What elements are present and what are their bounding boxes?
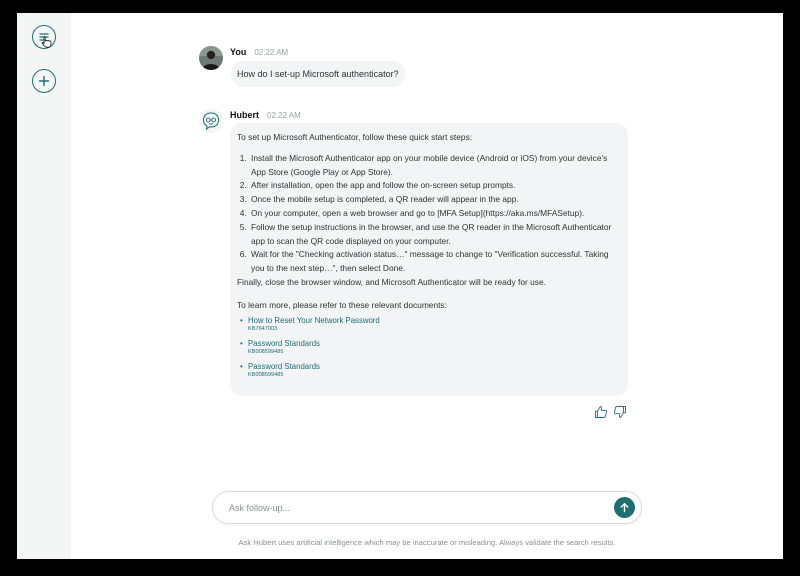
follow-up-composer: [212, 491, 642, 524]
doc-id: KB008599485: [248, 371, 284, 378]
bot-name: Hubert: [230, 110, 259, 120]
user-avatar: [199, 46, 223, 70]
docs-intro: To learn more, please refer to these rel…: [237, 299, 447, 310]
ai-disclaimer: Ask Hubert uses artificial intelligence …: [238, 538, 616, 547]
feedback-buttons: [594, 405, 627, 419]
doc-id: KB008599485: [248, 348, 284, 355]
user-message-header: You 02:22 AM: [230, 47, 288, 57]
send-button[interactable]: [614, 497, 635, 518]
related-docs-list: How to Reset Your Network Password KB764…: [237, 315, 621, 379]
hubert-avatar: [199, 109, 223, 133]
thumbs-up-icon[interactable]: [594, 405, 608, 419]
app-window: You 02:22 AM How do I set-up Microsoft a…: [17, 13, 783, 559]
user-name: You: [230, 47, 247, 57]
doc-item: How to Reset Your Network Password KB764…: [237, 315, 621, 333]
doc-id: KB7647003: [248, 325, 278, 332]
plus-icon: [38, 75, 50, 87]
user-message-bubble: How do I set-up Microsoft authenticator?: [231, 61, 405, 87]
doc-item: Password Standards KB008599485: [237, 361, 621, 379]
step-item: Follow the setup instructions in the bro…: [249, 221, 621, 249]
doc-link[interactable]: Password Standards: [248, 338, 621, 349]
follow-up-input[interactable]: [229, 492, 599, 523]
sidebar-rail: [17, 13, 71, 559]
user-message-time: 02:22 AM: [254, 48, 289, 57]
arrow-up-icon: [620, 503, 629, 513]
hand-pointer-icon: [41, 36, 52, 48]
step-item: On your computer, open a web browser and…: [249, 207, 621, 221]
doc-link[interactable]: Password Standards: [248, 361, 621, 372]
bot-message-time: 02:22 AM: [267, 111, 301, 120]
doc-link[interactable]: How to Reset Your Network Password: [248, 315, 621, 326]
step-item: After installation, open the app and fol…: [249, 179, 621, 193]
thumbs-down-icon[interactable]: [613, 405, 627, 419]
new-chat-button[interactable]: [32, 69, 56, 93]
doc-item: Password Standards KB008599485: [237, 338, 621, 356]
chat-area: You 02:22 AM How do I set-up Microsoft a…: [71, 13, 783, 559]
bot-message-header: Hubert 02:22 AM: [230, 110, 301, 120]
setup-steps-list: Install the Microsoft Authenticator app …: [237, 152, 621, 276]
step-item: Once the mobile setup is completed, a QR…: [249, 193, 621, 207]
bot-message-bubble: To set up Microsoft Authenticator, follo…: [230, 123, 628, 396]
step-item: Wait for the "Checking activation status…: [249, 248, 621, 276]
bot-closing: Finally, close the browser window, and M…: [237, 276, 546, 287]
bot-intro: To set up Microsoft Authenticator, follo…: [237, 132, 473, 142]
step-item: Install the Microsoft Authenticator app …: [249, 152, 621, 180]
robot-face-icon: [202, 112, 220, 131]
